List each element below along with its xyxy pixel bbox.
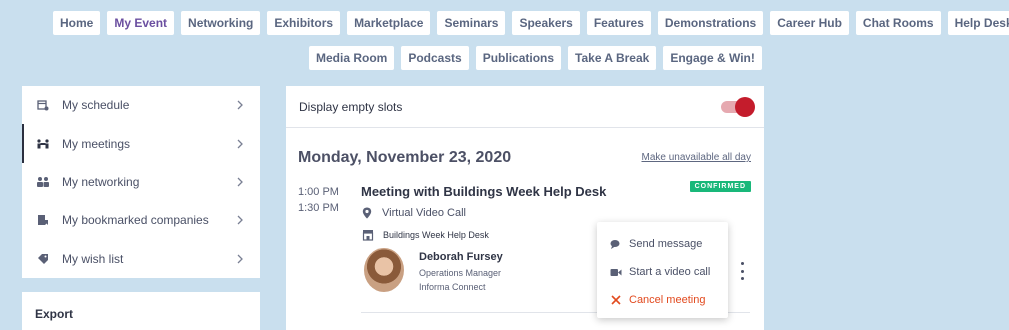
avatar — [364, 248, 404, 292]
location-pin-icon — [362, 207, 374, 219]
sidebar-item-label: My wish list — [62, 251, 124, 266]
meeting-location-text: Virtual Video Call — [382, 207, 466, 219]
chevron-right-icon — [236, 139, 246, 149]
main-nav-row-2: Media Room Podcasts Publications Take A … — [309, 46, 762, 70]
bookmark-icon — [36, 213, 50, 227]
nav-engage-win[interactable]: Engage & Win! — [663, 46, 762, 70]
chevron-right-icon — [236, 254, 246, 264]
sidebar-item-my-networking[interactable]: My networking — [22, 163, 260, 201]
sidebar-item-label: My meetings — [62, 136, 131, 151]
chevron-right-icon — [236, 215, 246, 225]
sidebar-item-label: My schedule — [62, 98, 130, 113]
export-title: Export — [35, 307, 74, 321]
meeting-start-time: 1:00 PM — [298, 186, 339, 198]
menu-item-label: Start a video call — [629, 266, 711, 278]
menu-item-label: Send message — [629, 238, 703, 250]
meetings-icon — [36, 137, 50, 151]
close-icon — [610, 294, 622, 306]
nav-networking[interactable]: Networking — [181, 11, 261, 35]
menu-item-cancel-meeting[interactable]: Cancel meeting — [597, 286, 728, 314]
nav-publications[interactable]: Publications — [475, 46, 562, 70]
nav-home[interactable]: Home — [53, 11, 101, 35]
meeting-title[interactable]: Meeting with Buildings Week Help Desk — [361, 184, 606, 199]
schedule-icon — [36, 98, 50, 112]
nav-speakers[interactable]: Speakers — [512, 11, 580, 35]
nav-podcasts[interactable]: Podcasts — [401, 46, 469, 70]
wishlist-icon — [36, 252, 50, 266]
attendee-role: Operations Manager — [419, 268, 502, 278]
meeting-organization: Buildings Week Help Desk — [362, 229, 489, 241]
chevron-right-icon — [236, 100, 246, 110]
make-unavailable-link[interactable]: Make unavailable all day — [641, 152, 751, 163]
nav-chat-rooms[interactable]: Chat Rooms — [855, 11, 941, 35]
meeting-end-time: 1:30 PM — [298, 202, 339, 214]
store-icon — [362, 229, 374, 241]
networking-icon — [36, 175, 50, 189]
sidebar-item-my-bookmarked-companies[interactable]: My bookmarked companies — [22, 201, 260, 239]
display-empty-slots-toggle[interactable] — [721, 96, 755, 117]
meeting-organization-text: Buildings Week Help Desk — [383, 230, 489, 240]
menu-item-label: Cancel meeting — [629, 294, 706, 306]
nav-help-desk[interactable]: Help Desk — [947, 11, 1009, 35]
sidebar-item-label: My networking — [62, 174, 140, 189]
nav-media-room[interactable]: Media Room — [309, 46, 395, 70]
nav-marketplace[interactable]: Marketplace — [347, 11, 431, 35]
attendee-name: Deborah Fursey — [419, 251, 503, 263]
sidebar: My schedule My meetings My networking My… — [22, 86, 260, 278]
menu-item-send-message[interactable]: Send message — [597, 230, 728, 258]
attendee-company: Informa Connect — [419, 282, 486, 292]
chat-icon — [610, 238, 622, 250]
more-options-icon[interactable] — [739, 262, 745, 280]
meeting-actions-menu: Send message Start a video call Cancel m… — [597, 222, 728, 318]
export-section: Export — [22, 292, 260, 330]
nav-take-a-break[interactable]: Take A Break — [568, 46, 657, 70]
toggle-knob — [735, 96, 755, 117]
nav-features[interactable]: Features — [586, 11, 651, 35]
sidebar-item-my-wish-list[interactable]: My wish list — [22, 240, 260, 278]
main-nav-row-1: Home My Event Networking Exhibitors Mark… — [53, 11, 1009, 35]
sidebar-item-label: My bookmarked companies — [62, 213, 209, 228]
display-empty-slots-label: Display empty slots — [299, 99, 403, 114]
meeting-times: 1:00 PM 1:30 PM — [298, 184, 339, 216]
chevron-right-icon — [236, 177, 246, 187]
menu-item-start-video-call[interactable]: Start a video call — [597, 258, 728, 286]
status-badge: CONFIRMED — [689, 181, 751, 192]
sidebar-item-my-meetings[interactable]: My meetings — [22, 124, 260, 164]
day-title: Monday, November 23, 2020 — [298, 149, 512, 166]
meeting-location: Virtual Video Call — [362, 207, 466, 219]
nav-my-event[interactable]: My Event — [107, 11, 175, 35]
nav-seminars[interactable]: Seminars — [437, 11, 506, 35]
display-empty-slots-row: Display empty slots — [286, 86, 764, 128]
video-icon — [610, 266, 622, 278]
attendee-info: Deborah Fursey Operations Manager Inform… — [419, 251, 503, 294]
sidebar-item-my-schedule[interactable]: My schedule — [22, 86, 260, 124]
nav-demonstrations[interactable]: Demonstrations — [657, 11, 764, 35]
nav-exhibitors[interactable]: Exhibitors — [267, 11, 341, 35]
nav-career-hub[interactable]: Career Hub — [770, 11, 849, 35]
